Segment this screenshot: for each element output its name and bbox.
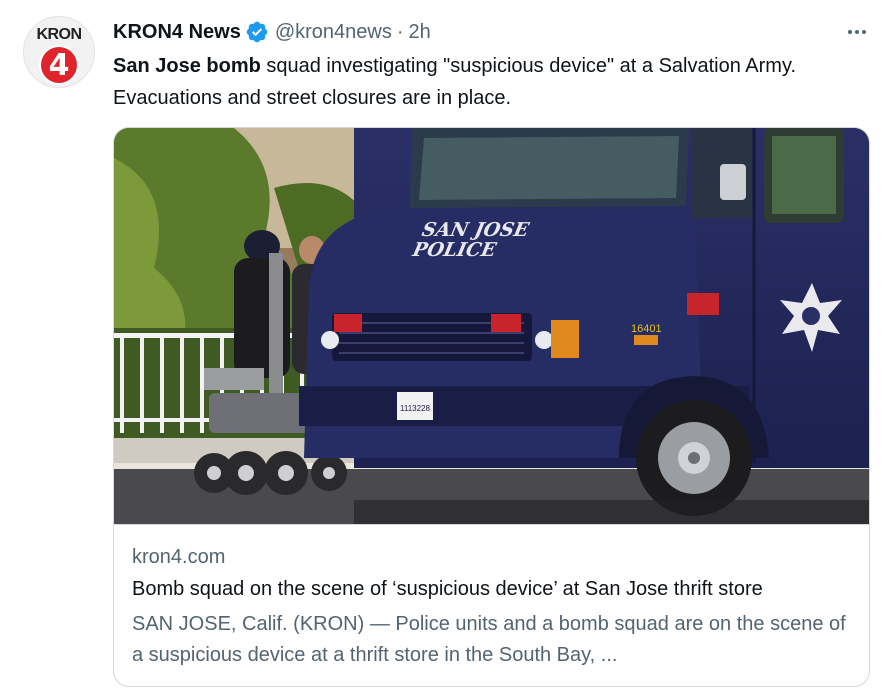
avatar-logo-text: KRON (36, 26, 82, 43)
card-description: SAN JOSE, Calif. (KRON) — Police units a… (132, 613, 846, 666)
van-unit-number: 16401 (631, 323, 662, 335)
link-card[interactable]: SAN JOSE POLICE 16401 1113228 kron4.com … (113, 127, 870, 687)
tweet-header: KRON4 News @kron4news · 2h (113, 18, 431, 46)
tweet-text: San Jose bomb squad investigating "suspi… (113, 50, 853, 114)
verified-badge-icon (245, 20, 269, 44)
card-image[interactable]: SAN JOSE POLICE 16401 1113228 (114, 128, 869, 525)
avatar-logo-number: 4 (39, 45, 79, 85)
handle[interactable]: @kron4news (275, 21, 392, 44)
more-options-icon[interactable] (843, 18, 871, 46)
van-text-line2: POLICE (410, 238, 499, 261)
display-name[interactable]: KRON4 News (113, 21, 241, 44)
van-license-plate: 1113228 (400, 404, 431, 413)
separator: · (396, 20, 404, 43)
avatar[interactable]: KRON 4 (23, 16, 95, 88)
tweet-text-bold: San Jose bomb (113, 55, 261, 77)
timestamp[interactable]: 2h (409, 21, 431, 44)
card-title[interactable]: Bomb squad on the scene of ‘suspicious d… (132, 578, 852, 601)
card-domain[interactable]: kron4.com (132, 546, 225, 569)
